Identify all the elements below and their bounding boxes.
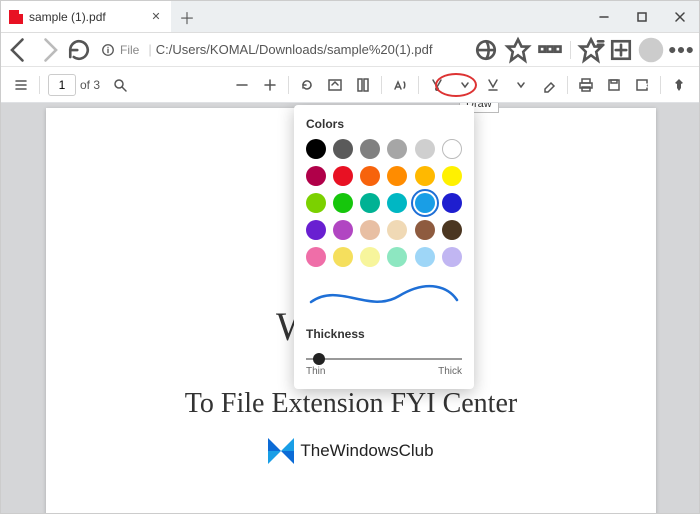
- color-swatch[interactable]: [442, 220, 462, 240]
- color-swatch[interactable]: [387, 139, 407, 159]
- color-swatch[interactable]: [387, 247, 407, 267]
- slider-min-label: Thin: [306, 366, 325, 377]
- zoom-out-button[interactable]: [228, 71, 256, 99]
- draw-menu-chevron[interactable]: [451, 71, 479, 99]
- draw-button[interactable]: [423, 71, 451, 99]
- pdf-toolbar: of 3: [1, 67, 699, 103]
- highlight-button[interactable]: [479, 71, 507, 99]
- profile-button[interactable]: [637, 36, 665, 64]
- favorites-list-button[interactable]: [577, 36, 605, 64]
- url-box[interactable]: File | C:/Users/KOMAL/Downloads/sample%2…: [95, 36, 470, 64]
- tab-close-button[interactable]: ✕: [149, 10, 163, 24]
- watermark-logo-icon: [268, 438, 294, 464]
- overflow-button[interactable]: [536, 36, 564, 64]
- thickness-label: Thickness: [306, 327, 462, 341]
- page-subheading: To File Extension FYI Center: [46, 388, 656, 420]
- color-swatch[interactable]: [333, 166, 353, 186]
- url-scheme-label: File: [120, 43, 139, 57]
- rotate-button[interactable]: [293, 71, 321, 99]
- page-view-button[interactable]: [349, 71, 377, 99]
- color-swatch[interactable]: [387, 220, 407, 240]
- color-swatch[interactable]: [415, 166, 435, 186]
- erase-button[interactable]: [535, 71, 563, 99]
- color-swatch[interactable]: [360, 247, 380, 267]
- slider-max-label: Thick: [438, 366, 462, 377]
- new-tab-button[interactable]: ＋: [171, 1, 203, 32]
- refresh-button[interactable]: [65, 36, 93, 64]
- color-swatch[interactable]: [306, 220, 326, 240]
- find-button[interactable]: [106, 71, 134, 99]
- color-swatch[interactable]: [306, 166, 326, 186]
- watermark-text: TheWindowsClub: [300, 441, 433, 461]
- thickness-slider[interactable]: [306, 358, 462, 360]
- tracking-prevention-button[interactable]: [472, 36, 500, 64]
- zoom-in-button[interactable]: [256, 71, 284, 99]
- back-button[interactable]: [5, 36, 33, 64]
- colors-label: Colors: [306, 117, 462, 131]
- forward-button[interactable]: [35, 36, 63, 64]
- color-swatch[interactable]: [360, 220, 380, 240]
- info-icon: [101, 43, 115, 57]
- contents-button[interactable]: [7, 71, 35, 99]
- window-maximize-button[interactable]: [623, 1, 661, 32]
- color-swatch[interactable]: [333, 220, 353, 240]
- color-grid: [306, 139, 462, 267]
- window-minimize-button[interactable]: [585, 1, 623, 32]
- browser-window: sample (1).pdf ✕ ＋ File | C:/Users/KOMAL…: [0, 0, 700, 514]
- page-count-label: of 3: [80, 78, 100, 92]
- color-swatch[interactable]: [442, 247, 462, 267]
- page-number-input[interactable]: [48, 74, 76, 96]
- address-bar: File | C:/Users/KOMAL/Downloads/sample%2…: [1, 33, 699, 67]
- color-swatch[interactable]: [442, 139, 462, 159]
- color-swatch[interactable]: [333, 193, 353, 213]
- color-swatch[interactable]: [415, 139, 435, 159]
- watermark-row: TheWindowsClub: [46, 438, 656, 464]
- title-bar: sample (1).pdf ✕ ＋: [1, 1, 699, 33]
- color-swatch[interactable]: [415, 220, 435, 240]
- tab-title: sample (1).pdf: [29, 10, 143, 24]
- fit-page-button[interactable]: [321, 71, 349, 99]
- draw-options-panel: Colors Thickness Thin Thick: [294, 105, 474, 389]
- save-button[interactable]: [600, 71, 628, 99]
- save-as-button[interactable]: [628, 71, 656, 99]
- highlight-menu-chevron[interactable]: [507, 71, 535, 99]
- color-swatch[interactable]: [387, 166, 407, 186]
- color-swatch[interactable]: [306, 247, 326, 267]
- stroke-preview: [306, 279, 462, 319]
- color-swatch[interactable]: [360, 166, 380, 186]
- read-aloud-button[interactable]: [386, 71, 414, 99]
- collections-button[interactable]: [607, 36, 635, 64]
- color-swatch[interactable]: [415, 193, 435, 213]
- color-swatch[interactable]: [333, 247, 353, 267]
- color-swatch[interactable]: [442, 193, 462, 213]
- color-swatch[interactable]: [415, 247, 435, 267]
- color-swatch[interactable]: [387, 193, 407, 213]
- color-swatch[interactable]: [360, 193, 380, 213]
- pdf-file-icon: [9, 10, 23, 24]
- color-swatch[interactable]: [306, 193, 326, 213]
- browser-tab[interactable]: sample (1).pdf ✕: [1, 1, 171, 32]
- color-swatch[interactable]: [442, 166, 462, 186]
- menu-button[interactable]: [667, 36, 695, 64]
- favorite-button[interactable]: [504, 36, 532, 64]
- pin-toolbar-button[interactable]: [665, 71, 693, 99]
- url-path: C:/Users/KOMAL/Downloads/sample%20(1).pd…: [156, 42, 433, 57]
- pdf-viewport[interactable]: Welcome To File Extension FYI Center The…: [1, 103, 699, 513]
- window-close-button[interactable]: [661, 1, 699, 32]
- color-swatch[interactable]: [306, 139, 326, 159]
- color-swatch[interactable]: [333, 139, 353, 159]
- color-swatch[interactable]: [360, 139, 380, 159]
- print-button[interactable]: [572, 71, 600, 99]
